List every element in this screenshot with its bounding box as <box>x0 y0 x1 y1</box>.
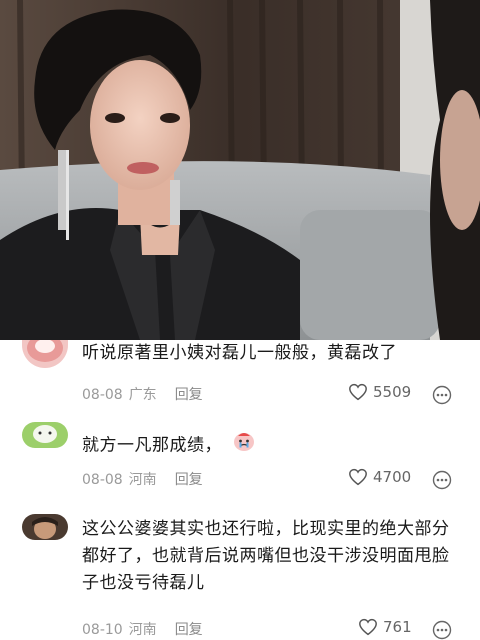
reply-button[interactable]: 回复 <box>175 622 203 638</box>
more-options-icon <box>432 385 452 405</box>
comment-item: 听说原著里小姨对磊儿一般般，黄磊改了 08-08 广东 回复 5509 <box>0 340 480 412</box>
more-options-button[interactable] <box>432 385 452 405</box>
comment-location: 广东 <box>128 387 157 403</box>
comment-date: 08-10 <box>82 622 123 638</box>
comment-text: 听说原著里小姨对磊儿一般般，黄磊改了 <box>82 343 397 363</box>
avatar[interactable] <box>22 340 68 368</box>
comment-date: 08-08 <box>82 472 123 488</box>
like-count: 4700 <box>373 468 412 486</box>
video-frame[interactable] <box>0 0 480 340</box>
comment-item: 就方一凡那成绩， 08-08 河南 回复 4700 <box>0 422 480 494</box>
like-count: 5509 <box>373 383 412 401</box>
more-options-button[interactable] <box>432 470 452 490</box>
heart-outline-icon <box>349 383 367 401</box>
comment-item: 这公公婆婆其实也还行啦，比现实里的绝大部分都好了，也就背后说两嘴但也没干涉没明面… <box>0 512 480 640</box>
like-button[interactable]: 761 <box>358 618 412 636</box>
comment-text: 这公公婆婆其实也还行啦，比现实里的绝大部分都好了，也就背后说两嘴但也没干涉没明面… <box>82 519 450 593</box>
more-options-icon <box>432 620 452 640</box>
more-options-button[interactable] <box>432 620 452 640</box>
comment-location: 河南 <box>128 622 157 638</box>
avatar-image <box>22 340 68 368</box>
comment-meta: 08-08 广东 回复 <box>82 384 203 404</box>
like-button[interactable]: 4700 <box>348 468 411 486</box>
comment-text: 就方一凡那成绩， <box>82 435 222 456</box>
avatar[interactable] <box>22 422 68 448</box>
avatar-image <box>22 514 68 540</box>
comment-meta: 08-10 河南 回复 <box>82 619 203 639</box>
comment-location: 河南 <box>128 472 157 488</box>
like-button[interactable]: 5509 <box>348 383 411 401</box>
reply-button[interactable]: 回复 <box>175 387 203 403</box>
reply-button[interactable]: 回复 <box>175 472 203 488</box>
crying-face-emoji-icon <box>232 430 256 461</box>
heart-outline-icon <box>349 468 367 486</box>
like-count: 761 <box>383 618 412 636</box>
comment-list: 听说原著里小姨对磊儿一般般，黄磊改了 08-08 广东 回复 5509 就方一凡… <box>0 340 480 640</box>
comment-date: 08-08 <box>82 387 123 403</box>
avatar-image <box>22 422 68 448</box>
comment-meta: 08-08 河南 回复 <box>82 469 203 489</box>
screen: 听说原著里小姨对磊儿一般般，黄磊改了 08-08 广东 回复 5509 就方一凡… <box>0 0 480 640</box>
video-still-image <box>0 0 480 340</box>
avatar[interactable] <box>22 514 68 540</box>
comment-text-row: 就方一凡那成绩， <box>82 430 460 461</box>
more-options-icon <box>432 470 452 490</box>
heart-outline-icon <box>359 618 377 636</box>
